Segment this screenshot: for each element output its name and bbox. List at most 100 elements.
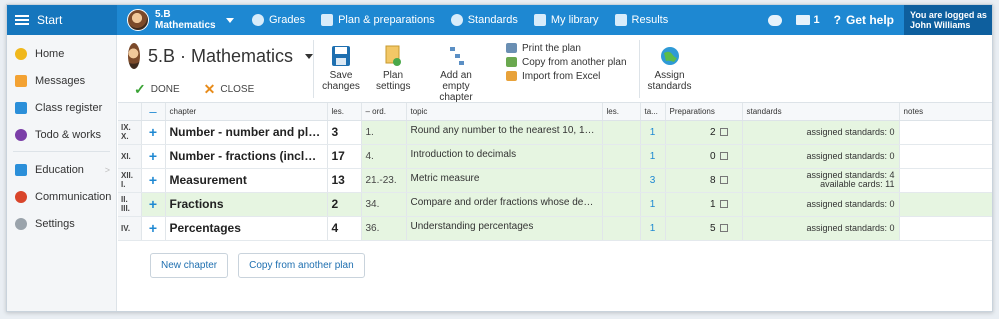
- sidebar-item-settings[interactable]: Settings: [7, 210, 116, 237]
- table-row[interactable]: IX. X. + Number - number and plac... 3 1.…: [118, 120, 992, 145]
- column-header-topic[interactable]: topic: [406, 103, 603, 121]
- new-chapter-button[interactable]: New chapter: [150, 252, 229, 278]
- copy-from-plan-button[interactable]: Copy from another plan: [506, 55, 627, 69]
- chapter-name[interactable]: Number - number and plac...: [165, 120, 328, 145]
- notes-cell[interactable]: [899, 192, 992, 217]
- sidebar-item-communication[interactable]: Communication>: [7, 183, 125, 210]
- month-end: I.: [121, 180, 126, 189]
- chapter-name[interactable]: Measurement: [165, 168, 328, 193]
- get-help-button[interactable]: ? Get help: [834, 13, 894, 27]
- column-header-preparations[interactable]: Preparations: [665, 103, 743, 121]
- class-selector[interactable]: 5.B Mathematics: [127, 9, 252, 31]
- table-row[interactable]: XI. + Number - fractions (includ... 17 4…: [118, 144, 992, 169]
- nav-standards[interactable]: Standards: [450, 14, 518, 26]
- notes-cell[interactable]: [899, 120, 992, 145]
- nav-results[interactable]: Results: [614, 14, 669, 26]
- save-changes-button[interactable]: Save changes: [314, 45, 368, 92]
- column-header-order[interactable]: – ord.: [361, 103, 407, 121]
- done-button[interactable]: ✓ DONE: [134, 81, 180, 98]
- sidebar-item-label: Home: [35, 47, 65, 60]
- standards-cell[interactable]: assigned standards: 0: [742, 216, 900, 241]
- topic-order: 36.: [361, 216, 407, 241]
- sidebar-item-label: Communication: [35, 190, 112, 203]
- envelope-icon: [795, 15, 810, 25]
- import-excel-button[interactable]: Import from Excel: [506, 69, 627, 83]
- user-menu[interactable]: You are logged as John Williams: [904, 5, 992, 35]
- expand-chapter-button[interactable]: +: [141, 192, 166, 217]
- column-header-chapter[interactable]: chapter: [165, 103, 328, 121]
- task-count[interactable]: 3: [640, 168, 666, 193]
- column-header-lessons[interactable]: les.: [327, 103, 362, 121]
- plan-selector[interactable]: 5.B · Mathematics: [128, 43, 313, 69]
- preparations-cell[interactable]: 2: [665, 120, 743, 145]
- task-count[interactable]: 1: [640, 216, 666, 241]
- plan-settings-button[interactable]: Plan settings: [368, 45, 418, 92]
- start-button[interactable]: Start: [7, 5, 117, 35]
- column-header-notes[interactable]: notes: [899, 103, 992, 121]
- table-row[interactable]: XII. I. + Measurement 13 21.-23. Metric m…: [118, 168, 992, 193]
- notes-cell[interactable]: [899, 216, 992, 241]
- sidebar-item-label: Education: [35, 163, 84, 176]
- chapter-name[interactable]: Percentages: [165, 216, 328, 241]
- task-count[interactable]: 1: [640, 192, 666, 217]
- notes-cell[interactable]: [899, 144, 992, 169]
- column-header-standards[interactable]: standards: [742, 103, 900, 121]
- topic-name[interactable]: Introduction to decimals: [406, 144, 603, 169]
- nav-grades[interactable]: Grades: [252, 14, 305, 26]
- nav-my-library[interactable]: My library: [533, 14, 599, 26]
- preparations-cell[interactable]: 0: [665, 144, 743, 169]
- preparations-count: 2: [709, 126, 716, 138]
- expand-chapter-button[interactable]: +: [141, 216, 166, 241]
- task-count[interactable]: 1: [640, 144, 666, 169]
- nav-plan-label: Plan & preparations: [338, 14, 435, 26]
- topic-name[interactable]: Metric measure: [406, 168, 603, 193]
- gauge-icon: [252, 14, 264, 26]
- assign-standards-button[interactable]: Assign standards: [640, 45, 700, 92]
- table-row[interactable]: IV. + Percentages 4 36. Understanding pe…: [118, 216, 992, 241]
- sidebar-item-home[interactable]: Home: [7, 40, 116, 67]
- document-icon: [719, 199, 728, 208]
- notes-cell[interactable]: [899, 168, 992, 193]
- topic-name[interactable]: Compare and order fractions whose denom.…: [406, 192, 603, 217]
- expand-chapter-button[interactable]: +: [141, 120, 166, 145]
- task-count[interactable]: 1: [640, 120, 666, 145]
- collapse-all-toggle[interactable]: –: [141, 103, 166, 121]
- column-header-tasks[interactable]: ta...: [640, 103, 666, 121]
- sidebar-item-class-register[interactable]: Class register: [7, 94, 116, 121]
- preparations-cell[interactable]: 5: [665, 216, 743, 241]
- sidebar-item-messages[interactable]: Messages: [7, 67, 116, 94]
- chat-bubble-icon: [767, 14, 782, 26]
- nav-results-label: Results: [631, 14, 669, 26]
- standards-cell[interactable]: assigned standards: 0: [742, 120, 900, 145]
- sidebar-item-todo[interactable]: Todo & works: [7, 121, 116, 148]
- topic-name[interactable]: Understanding percentages: [406, 216, 603, 241]
- standards-cell[interactable]: assigned standards: 0: [742, 192, 900, 217]
- standards-cell[interactable]: assigned standards: 0: [742, 144, 900, 169]
- month-range: XI.: [118, 144, 142, 169]
- standards-cell[interactable]: assigned standards: 4 available cards: 11: [742, 168, 900, 193]
- excel-icon: [506, 71, 517, 81]
- help-label: Get help: [845, 13, 894, 27]
- copy-from-plan-bottom-button[interactable]: Copy from another plan: [238, 252, 365, 278]
- preparations-cell[interactable]: 8: [665, 168, 743, 193]
- print-label: Print the plan: [522, 42, 581, 54]
- nav-plan-preparations[interactable]: Plan & preparations: [321, 14, 435, 26]
- topic-name[interactable]: Round any number to the nearest 10, 100,…: [406, 120, 603, 145]
- briefcase-icon: [321, 14, 334, 26]
- chat-button[interactable]: [767, 14, 782, 26]
- print-plan-button[interactable]: Print the plan: [506, 41, 627, 55]
- clock-icon: [15, 128, 27, 141]
- expand-chapter-button[interactable]: +: [141, 144, 166, 169]
- column-header-topic-lessons[interactable]: les.: [602, 103, 641, 121]
- add-empty-chapter-button[interactable]: Add an empty chapter: [418, 45, 494, 103]
- close-button[interactable]: ✕ CLOSE: [204, 81, 255, 98]
- table-row[interactable]: II. III. + Fractions 2 34. Compare and or…: [118, 192, 992, 217]
- expand-chapter-button[interactable]: +: [141, 168, 166, 193]
- chapter-name[interactable]: Fractions: [165, 192, 328, 217]
- topic-lessons: [602, 192, 641, 217]
- chapter-name[interactable]: Number - fractions (includ...: [165, 144, 328, 169]
- preparations-cell[interactable]: 1: [665, 192, 743, 217]
- sidebar-item-education[interactable]: Education >: [7, 156, 116, 183]
- messages-button[interactable]: 1: [795, 14, 820, 26]
- messages-count: 1: [813, 14, 820, 26]
